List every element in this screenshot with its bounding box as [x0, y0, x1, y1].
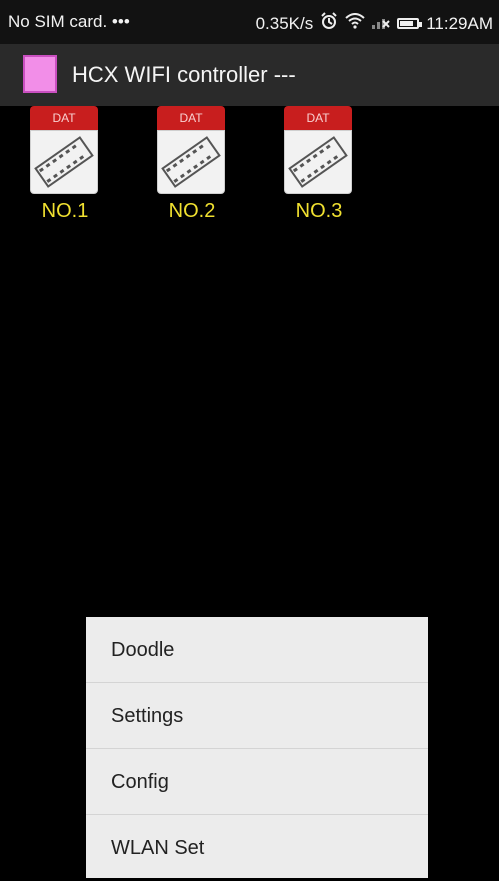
clock: 11:29AM [426, 13, 493, 33]
file-type-tag: DAT [284, 106, 352, 130]
carrier-text: No SIM card. ••• [8, 12, 130, 31]
status-icons: 0.35K/s 11:29AM [256, 12, 493, 35]
file-label: NO.1 [41, 200, 89, 222]
menu-item-wlan-set[interactable]: WLAN Set [86, 815, 428, 881]
options-menu: Doodle Settings Config WLAN Set [86, 617, 428, 878]
wifi-icon [345, 13, 365, 34]
film-strip-graphic [284, 130, 352, 194]
file-item-1[interactable]: DAT NO.1 [28, 106, 102, 223]
action-bar: HCX WIFI controller --- [0, 44, 499, 106]
status-bar: No SIM card. ••• 0.35K/s 11:29AM [0, 0, 499, 44]
app-icon [23, 55, 57, 93]
video-file-icon: DAT [156, 106, 228, 196]
file-label: NO.3 [295, 200, 343, 222]
file-type-tag: DAT [30, 106, 98, 130]
network-speed: 0.35K/s [255, 13, 314, 33]
battery-icon [397, 18, 423, 29]
menu-item-config[interactable]: Config [86, 749, 428, 815]
file-type-tag: DAT [157, 106, 225, 130]
menu-item-settings[interactable]: Settings [86, 683, 428, 749]
alarm-icon [320, 12, 338, 35]
film-strip-graphic [30, 130, 98, 194]
film-strip-graphic [157, 130, 225, 194]
video-file-icon: DAT [283, 106, 355, 196]
video-file-icon: DAT [29, 106, 101, 196]
menu-item-doodle[interactable]: Doodle [86, 617, 428, 683]
file-label: NO.2 [168, 200, 216, 222]
file-item-3[interactable]: DAT NO.3 [282, 106, 356, 223]
signal-icon [372, 14, 390, 34]
file-item-2[interactable]: DAT NO.2 [155, 106, 229, 223]
app-title: HCX WIFI controller --- [72, 62, 296, 87]
